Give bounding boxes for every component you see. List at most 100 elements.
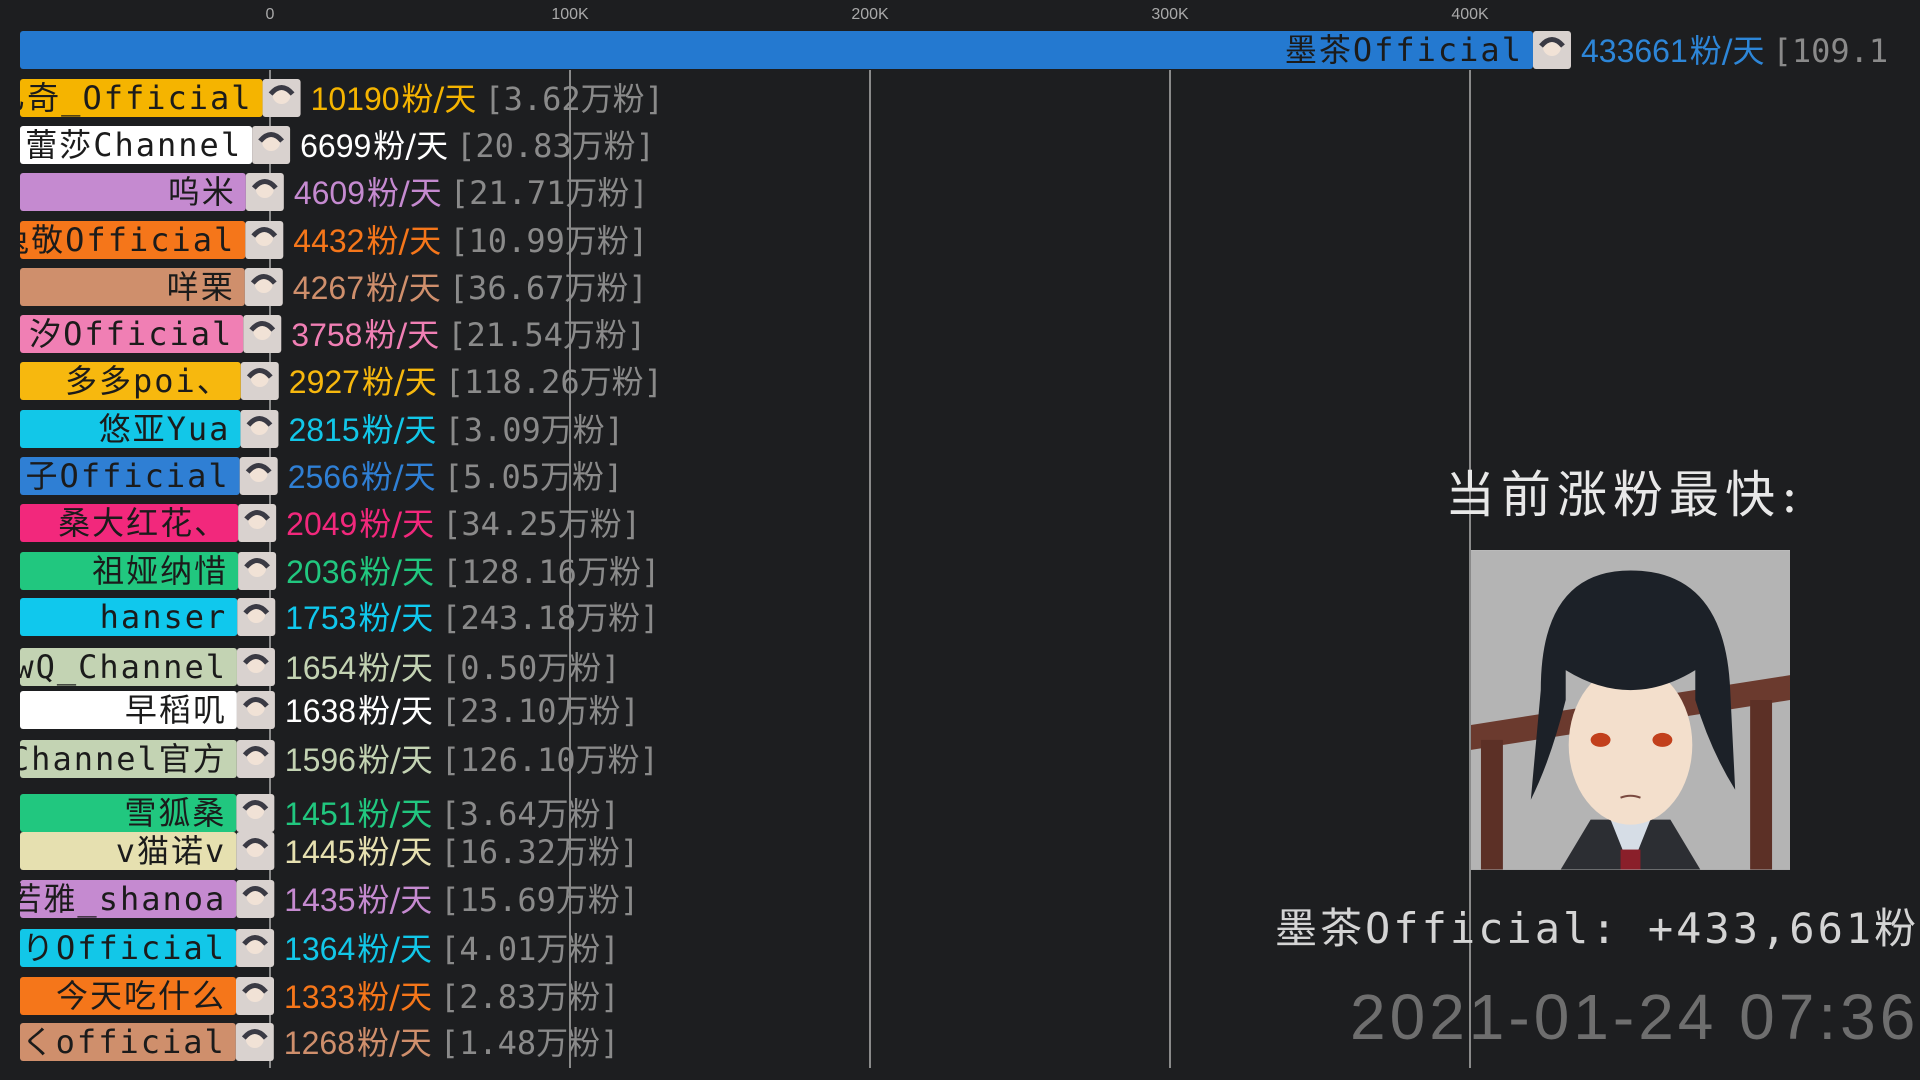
- bar-unit-label: 粉/天: [367, 174, 442, 212]
- bar-unit-label: 粉/天: [357, 1024, 432, 1062]
- bar-unit-label: 粉/天: [364, 316, 439, 354]
- x-tick-label: 0: [266, 6, 275, 23]
- bar-unit-label: 粉/天: [362, 411, 437, 449]
- bar-total-label: [109.1: [1773, 32, 1889, 70]
- bar-row: 子Official 2566 粉/天 [5.05万粉]: [20, 457, 623, 496]
- bar-row: 桑大红花、 2049 粉/天 [34.25万粉]: [20, 504, 641, 543]
- bar-name-label: りOfficial: [22, 929, 226, 967]
- bar-value-label: 433661: [1581, 33, 1688, 69]
- bar-name-label: 兔敬Official: [0, 221, 235, 259]
- bar-value-label: 1596: [285, 742, 356, 778]
- bar-row: 雪狐桑 1451 粉/天 [3.64万粉]: [20, 794, 620, 833]
- x-tick-label: 300K: [1151, 6, 1189, 23]
- bar-row: 今天吃什么 1333 粉/天 [2.83万粉]: [20, 977, 620, 1016]
- bar-unit-label: 粉/天: [359, 505, 434, 543]
- bar-unit-label: 粉/天: [358, 599, 433, 637]
- bar-unit-label: 粉/天: [358, 692, 433, 730]
- bar-row: 祖娅纳惜 2036 粉/天 [128.16万粉]: [20, 552, 660, 591]
- bar-total-label: [20.83万粉]: [456, 127, 655, 165]
- bar-name-label: くofficial: [22, 1023, 226, 1061]
- bar-name-label: 若雅_shanoa: [9, 880, 226, 918]
- bar-total-label: [23.10万粉]: [441, 692, 640, 730]
- bar-total-label: [34.25万粉]: [442, 505, 641, 543]
- bar-value-label: 3758: [291, 317, 362, 353]
- bar-row: 蕾莎Channel 6699 粉/天 [20.83万粉]: [20, 126, 655, 165]
- bar-row: 兔敬Official 4432 粉/天 [10.99万粉]: [0, 221, 648, 260]
- bar-row: QwQ_Channel 1654 粉/天 [0.50万粉]: [20, 648, 621, 687]
- bar-name-label: 早稻叽: [125, 691, 227, 729]
- bar-unit-label: 粉/天: [357, 978, 432, 1016]
- bar-value-label: 2815: [288, 412, 359, 448]
- bar-name-label: 多多poi、: [65, 362, 231, 400]
- bar-name-label: 今天吃什么: [56, 977, 226, 1015]
- bar-unit-label: 粉/天: [358, 833, 433, 871]
- bar-value-label: 1435: [284, 882, 355, 918]
- bar-name-label: 呜米: [168, 173, 236, 211]
- bar-value-label: 1638: [285, 693, 356, 729]
- bar-total-label: [0.50万粉]: [441, 649, 621, 687]
- bar-total-label: [15.69万粉]: [440, 881, 639, 919]
- bar-total-label: [21.71万粉]: [450, 174, 649, 212]
- bar-unit-label: 粉/天: [361, 458, 436, 496]
- x-tick-label: 400K: [1451, 6, 1489, 23]
- bar-unit-label: 粉/天: [358, 649, 433, 687]
- bar-total-label: [128.16万粉]: [442, 553, 660, 591]
- bar-total-label: [10.99万粉]: [449, 222, 648, 260]
- bar-total-label: [1.48万粉]: [440, 1024, 620, 1062]
- bar-row: くofficial 1268 粉/天 [1.48万粉]: [20, 1023, 619, 1062]
- bar-unit-label: 粉/天: [362, 363, 437, 401]
- bar-total-label: [118.26万粉]: [445, 363, 663, 401]
- bar-total-label: [21.54万粉]: [447, 316, 646, 354]
- bar-value-label: 1364: [284, 931, 355, 967]
- bar-total-label: [4.01万粉]: [440, 930, 620, 968]
- bar-value-label: 4267: [293, 270, 364, 306]
- leader-portrait: [1471, 550, 1790, 870]
- bar-row: 多多poi、 2927 粉/天 [118.26万粉]: [20, 362, 663, 401]
- bar-total-label: [3.64万粉]: [440, 795, 620, 833]
- bar-row: 乙奇_Official 10190 粉/天 [3.62万粉]: [0, 79, 664, 118]
- bar-name-label: 乙奇_Official: [0, 79, 253, 117]
- bar-name-label: hanser: [100, 598, 228, 636]
- bar-value-label: 2049: [286, 506, 357, 542]
- bar-value-label: 1333: [284, 979, 355, 1015]
- bar-total-label: [16.32万粉]: [440, 833, 639, 871]
- bar-total-label: [3.62万粉]: [484, 80, 664, 118]
- bar-value-label: 10190: [311, 81, 400, 117]
- bar-total-label: [2.83万粉]: [440, 978, 620, 1016]
- bar-row: hanser 1753 粉/天 [243.18万粉]: [20, 598, 659, 637]
- bar-row: 呜米 4609 粉/天 [21.71万粉]: [20, 173, 649, 212]
- bar-name-label: 蕾莎Channel: [25, 126, 242, 164]
- bar-row: りOfficial 1364 粉/天 [4.01万粉]: [20, 929, 620, 968]
- bar-value-label: 2927: [289, 364, 360, 400]
- bar-value-label: 1753: [285, 600, 356, 636]
- bar-name-label: 祖娅纳惜: [92, 552, 228, 590]
- bar-value-label: 1451: [284, 796, 355, 832]
- bar-value-label: 2566: [288, 459, 359, 495]
- bar-unit-label: 粉/天: [357, 881, 432, 919]
- bar-row: 早稻叽 1638 粉/天 [23.10万粉]: [20, 691, 640, 730]
- bar-unit-label: 粉/天: [357, 930, 432, 968]
- bar-value-label: 2036: [286, 554, 357, 590]
- bar-unit-label: 粉/天: [366, 269, 441, 307]
- bar-unit-label: 粉/天: [373, 127, 448, 165]
- bar-total-label: [3.09万粉]: [444, 411, 624, 449]
- bar-unit-label: 粉/天: [366, 222, 441, 260]
- bar-name-label: 咩栗: [167, 268, 235, 306]
- x-tick-label: 100K: [551, 6, 589, 23]
- bar-row: 墨茶Official 433661 粉/天 [109.1: [20, 31, 1888, 70]
- bar-unit-label: 粉/天: [358, 741, 433, 779]
- leader-summary: 墨茶Official: +433,661粉: [1275, 904, 1920, 953]
- bar-name-label: 悠亚Yua: [99, 410, 231, 448]
- bar-total-label: [36.67万粉]: [449, 269, 648, 307]
- bar-row: 悠亚Yua 2815 粉/天 [3.09万粉]: [20, 410, 624, 449]
- bar-row: 若雅_shanoa 1435 粉/天 [15.69万粉]: [9, 880, 639, 919]
- bar-total-label: [243.18万粉]: [441, 599, 659, 637]
- bar-row: 汐Official 3758 粉/天 [21.54万粉]: [20, 315, 646, 354]
- bar-unit-label: 粉/天: [359, 553, 434, 591]
- bar-value-label: 1268: [284, 1025, 355, 1061]
- bar-name-label: v猫诺v: [116, 832, 227, 870]
- bar-value-label: 1445: [284, 834, 355, 870]
- bar-unit-label: 粉/天: [358, 795, 433, 833]
- bar-total-label: [126.10万粉]: [441, 741, 659, 779]
- bar-value-label: 4609: [294, 175, 365, 211]
